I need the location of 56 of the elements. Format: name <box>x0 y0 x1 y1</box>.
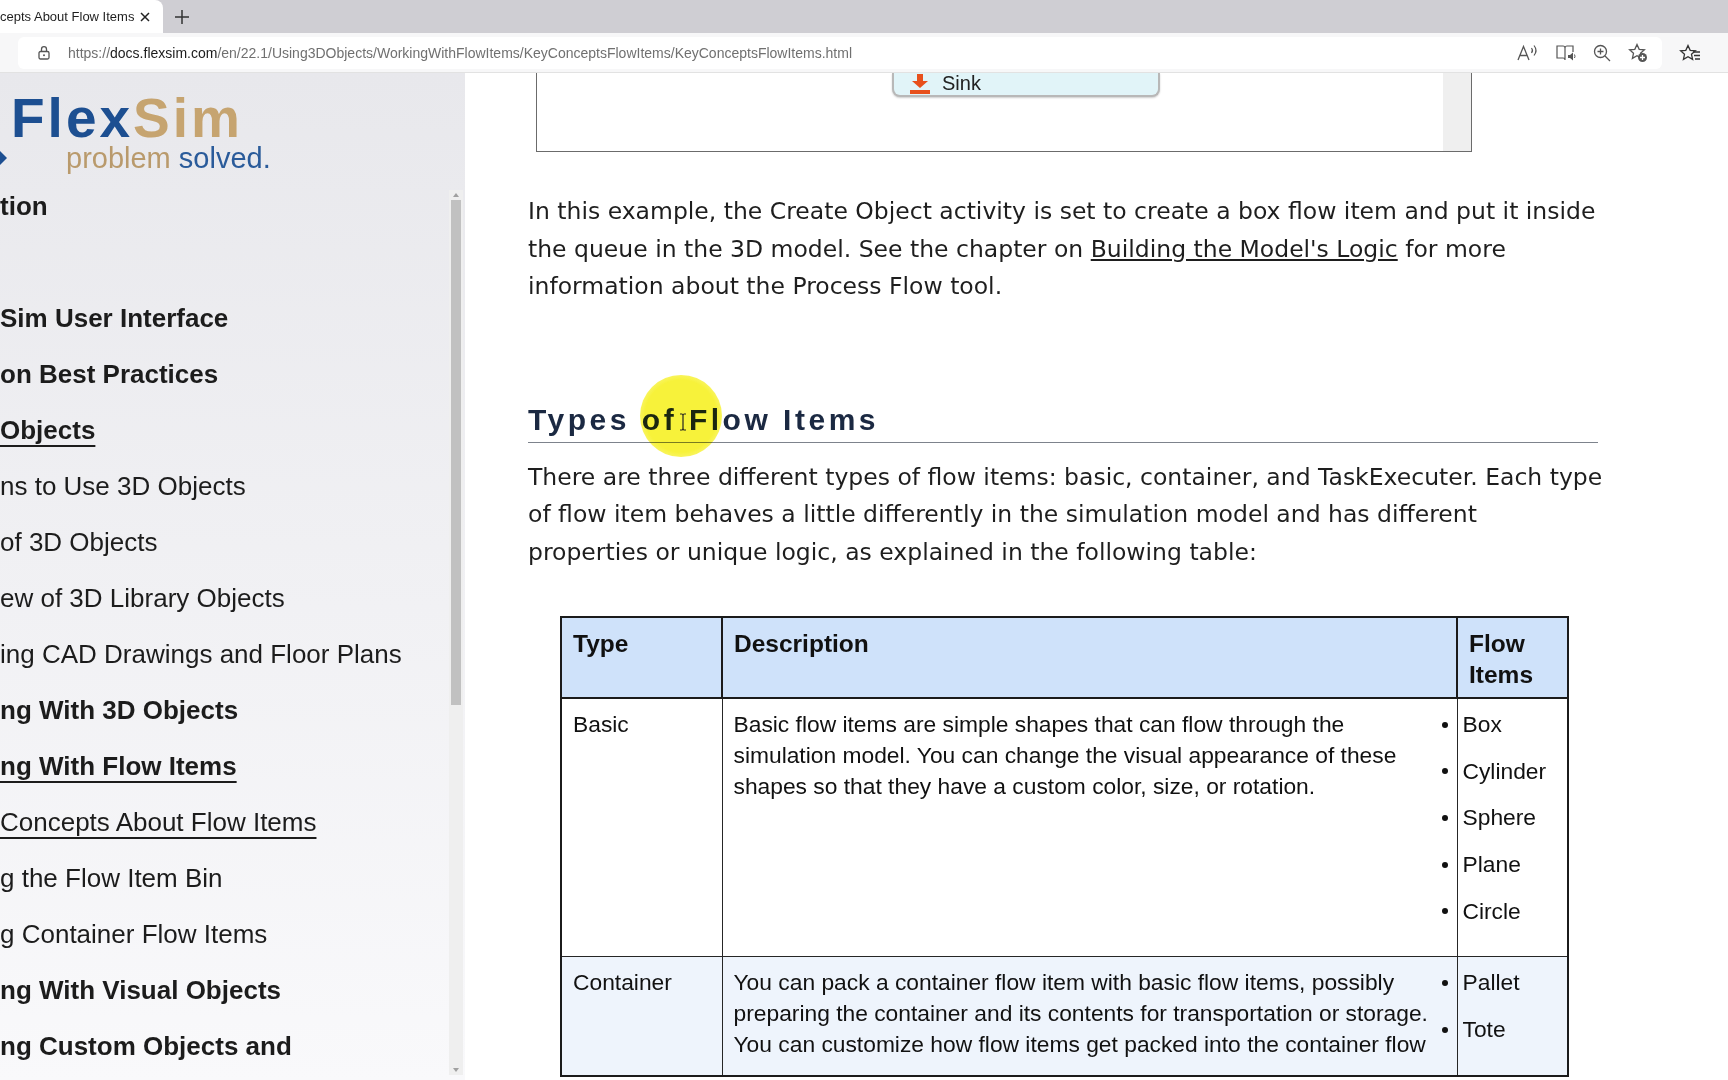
favorites-icon[interactable] <box>1679 43 1701 62</box>
download-icon <box>908 74 932 94</box>
intro-paragraph: In this example, the Create Object activity is set to create a box flow item and put it inside the queue in the 3D model. See the chapter on Building the Model's Logic for more information about the Process Flow tool. <box>528 196 1597 302</box>
text-cursor-icon <box>679 413 687 431</box>
nav-link[interactable]: ng Custom Objects and <box>0 1030 292 1062</box>
nav-link[interactable]: g the Flow Item Bin <box>0 862 223 894</box>
body-paragraph: There are three different types of flow items: basic, container, and TaskExecuter. Each type of flow item behaves a little differently in the simulation model and has different properties or unique logic, as explained in the following table: <box>528 461 1604 568</box>
table-cell: Container <box>561 956 722 1076</box>
bullet-icon <box>1441 908 1448 915</box>
read-aloud-icon[interactable] <box>1517 43 1539 62</box>
logo-tagline: problem solved. <box>66 143 271 173</box>
nav-link[interactable]: ns to Use 3D Objects <box>0 470 246 502</box>
lock-icon[interactable] <box>38 45 50 60</box>
browser-tab[interactable]: cepts About Flow Items <box>0 0 163 33</box>
list-item-text: Sphere <box>1462 803 1536 833</box>
nav-link[interactable]: tion <box>0 190 48 222</box>
node-label: Sink <box>942 73 981 94</box>
tab-title: cepts About Flow Items <box>0 9 135 24</box>
list-item-text: Circle <box>1462 896 1521 926</box>
list-item-text: Box <box>1462 710 1502 739</box>
table-cell: Basic <box>561 698 722 957</box>
bullet-icon <box>1441 721 1448 728</box>
nav-link[interactable]: ew of 3D Library Objects <box>0 582 285 614</box>
bullet-icon <box>1441 979 1448 986</box>
nav-link[interactable]: g Container Flow Items <box>0 918 268 950</box>
star-plus-icon[interactable] <box>1628 42 1648 63</box>
nav-link[interactable]: on Best Practices <box>0 358 219 390</box>
list-item-text: Plane <box>1462 850 1521 880</box>
nav-link[interactable]: Objects <box>0 414 96 446</box>
bullet-icon <box>1441 768 1448 775</box>
list-item-text: Cylinder <box>1462 756 1547 786</box>
scrollbar-thumb[interactable] <box>451 200 461 705</box>
bullet-icon <box>1441 1026 1448 1033</box>
bullet-icon <box>1441 814 1448 821</box>
column-header: Flow Items <box>1457 617 1568 698</box>
table-cell: You can pack a container flow item with basic flow items, possibly preparing the container and its contents for transportation or storage. You can customize how flow items get packed into the container flow <box>722 956 1457 1076</box>
nav-link[interactable]: ng With 3D Objects <box>0 694 239 726</box>
nav-link[interactable]: ng With Flow Items <box>0 750 237 782</box>
list-item-text: Tote <box>1462 1015 1506 1045</box>
list-item-text: Pallet <box>1462 968 1520 998</box>
nav-link[interactable]: of 3D Objects <box>0 526 158 558</box>
logo-wordmark: FlexSim <box>11 93 243 143</box>
close-icon <box>140 11 151 22</box>
zoom-icon[interactable] <box>1593 43 1611 62</box>
nav-link[interactable]: ing CAD Drawings and Floor Plans <box>0 638 402 670</box>
column-header: Description <box>722 617 1457 698</box>
column-header: Type <box>561 617 722 698</box>
book-speaker-icon[interactable] <box>1556 43 1576 62</box>
table-cell: Basic flow items are simple shapes that can flow through the simulation model. You can change the visual appearance of these shapes so that they have a custom color, size, or rotation. <box>722 698 1457 957</box>
new-tab-icon[interactable] <box>175 9 189 24</box>
nav-link[interactable]: Concepts About Flow Items <box>0 806 317 838</box>
chapter-link[interactable]: Building the Model's Logic <box>1090 234 1398 263</box>
chevron-icon <box>0 151 7 165</box>
nav-link[interactable]: ng With Visual Objects <box>0 974 281 1006</box>
nav-link[interactable]: Sim User Interface <box>0 302 229 334</box>
bullet-icon <box>1441 861 1448 868</box>
